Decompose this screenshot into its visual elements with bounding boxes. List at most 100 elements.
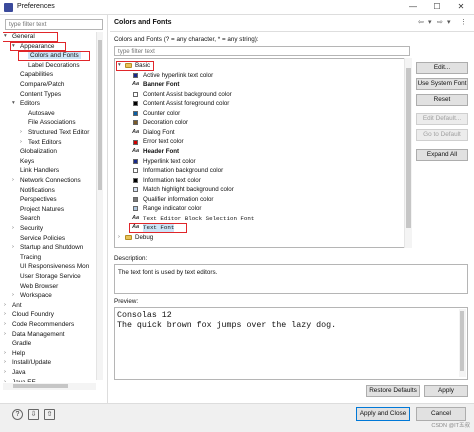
tree-item[interactable]: UI Responsiveness Mon — [20, 262, 89, 272]
tree-vertical-scrollbar[interactable] — [96, 32, 103, 380]
tree-item[interactable]: › Cloud Foundry — [4, 310, 54, 320]
expand-arrow-icon[interactable]: › — [4, 320, 6, 330]
tree-item[interactable]: Globalization — [20, 147, 57, 157]
apply-button[interactable]: Apply — [424, 385, 468, 397]
tree-horizontal-scrollbar[interactable] — [3, 383, 96, 390]
expand-arrow-icon[interactable]: › — [12, 224, 14, 234]
help-icon[interactable]: ? — [12, 409, 23, 420]
restore-defaults-button[interactable]: Restore Defaults — [366, 385, 420, 397]
colors-filter-input[interactable] — [114, 46, 410, 56]
export-icon[interactable]: ⇧ — [44, 409, 55, 420]
colors-tree-scrollbar[interactable] — [404, 58, 412, 248]
tree-item[interactable]: User Storage Service — [20, 272, 81, 282]
tree-item[interactable]: Notifications — [20, 186, 55, 196]
tree-item[interactable]: Gradle — [12, 339, 31, 349]
back-menu-icon[interactable]: ▾ — [428, 18, 432, 26]
apply-and-close-button[interactable]: Apply and Close — [356, 407, 410, 421]
tree-item[interactable]: Search — [20, 214, 40, 224]
tree-item[interactable]: Tracing — [20, 253, 41, 263]
scroll-thumb[interactable] — [460, 311, 464, 371]
back-icon[interactable]: ⇦ — [418, 18, 424, 26]
setting-row[interactable]: Counter color — [115, 109, 403, 119]
expand-arrow-icon[interactable]: › — [4, 368, 6, 378]
tree-item[interactable]: Label Decorations — [28, 61, 80, 71]
setting-row[interactable]: Hyperlink text color — [115, 157, 403, 167]
tree-item[interactable]: Keys — [20, 157, 34, 167]
edit-button[interactable]: Edit... — [416, 62, 468, 74]
tree-item[interactable]: › Code Recommenders — [4, 320, 74, 330]
tree-item[interactable]: › Ant — [4, 301, 22, 311]
tree-item[interactable]: › Java — [4, 368, 26, 378]
setting-row[interactable]: Content Assist background color — [115, 90, 403, 100]
category-row[interactable]: ▾ Basic — [115, 61, 403, 71]
setting-row[interactable]: Information background color — [115, 166, 403, 176]
setting-row[interactable]: Content Assist foreground color — [115, 99, 403, 109]
tree-item[interactable]: Service Policies — [20, 234, 65, 244]
setting-row[interactable]: Aa Banner Font — [115, 80, 403, 90]
tree-filter-input[interactable] — [5, 19, 103, 30]
use-system-font-button[interactable]: Use System Font — [416, 78, 468, 90]
expand-arrow-icon[interactable]: › — [4, 358, 6, 368]
expand-arrow-icon[interactable]: › — [12, 176, 14, 186]
tree-item[interactable]: Autosave — [28, 109, 55, 119]
tree-item[interactable]: Perspectives — [20, 195, 57, 205]
setting-row[interactable]: Decoration color — [115, 118, 403, 128]
expand-arrow-icon[interactable]: › — [4, 310, 6, 320]
expand-arrow-icon[interactable]: › — [4, 349, 6, 359]
maximize-button[interactable]: ☐ — [428, 1, 446, 13]
setting-row[interactable]: Qualifier information color — [115, 195, 403, 205]
tree-item[interactable]: ▾ Appearance — [10, 41, 66, 52]
tree-item[interactable]: › Network Connections — [12, 176, 81, 186]
setting-row[interactable]: Range indicator color — [115, 204, 403, 214]
setting-row[interactable]: Aa Dialog Font — [115, 128, 403, 138]
scroll-thumb[interactable] — [13, 384, 68, 388]
forward-menu-icon[interactable]: ▾ — [447, 18, 451, 26]
tree-item[interactable]: › Structured Text Editor — [20, 128, 89, 138]
setting-row[interactable]: Error text color — [115, 137, 403, 147]
expand-arrow-icon[interactable]: › — [20, 138, 22, 148]
reset-button[interactable]: Reset — [416, 94, 468, 106]
view-menu-icon[interactable]: ⋮ — [460, 18, 467, 26]
minimize-button[interactable]: — — [404, 1, 422, 13]
tree-item[interactable]: Link Handlers — [20, 166, 59, 176]
collapse-arrow-icon[interactable]: ▾ — [12, 99, 15, 109]
tree-item[interactable]: › Security — [12, 224, 43, 234]
edit-default-button[interactable]: Edit Default... — [416, 113, 468, 125]
preview-scrollbar[interactable] — [459, 309, 466, 377]
setting-row[interactable]: Aa Text Editor Block Selection Font — [115, 214, 403, 224]
tree-item[interactable]: Project Natures — [20, 205, 64, 215]
category-row[interactable]: › Debug — [115, 233, 403, 243]
setting-row[interactable]: Aa Text Font — [115, 223, 403, 233]
tree-item[interactable]: › Text Editors — [20, 138, 61, 148]
tree-item[interactable]: Content Types — [20, 90, 61, 100]
expand-arrow-icon[interactable]: › — [4, 378, 6, 382]
tree-item[interactable]: › Help — [4, 349, 25, 359]
go-to-default-button[interactable]: Go to Default — [416, 129, 468, 141]
expand-arrow-icon[interactable]: › — [12, 243, 14, 253]
setting-row[interactable]: Information text color — [115, 176, 403, 186]
tree-item[interactable]: Capabilities — [20, 70, 53, 80]
scroll-thumb[interactable] — [98, 40, 102, 190]
setting-row[interactable]: Active hyperlink text color — [115, 71, 403, 81]
tree-item[interactable]: Web Browser — [20, 282, 58, 292]
tree-item[interactable]: › Java EE — [4, 378, 36, 382]
tree-item[interactable]: › Workspace — [12, 291, 52, 301]
tree-item[interactable]: ▾ Editors — [12, 99, 40, 109]
close-button[interactable]: ✕ — [452, 1, 470, 13]
expand-arrow-icon[interactable]: › — [118, 233, 120, 243]
cancel-button[interactable]: Cancel — [416, 407, 466, 421]
scroll-thumb[interactable] — [406, 68, 411, 228]
tree-item[interactable]: › Install/Update — [4, 358, 51, 368]
expand-arrow-icon[interactable]: › — [12, 291, 14, 301]
expand-all-button[interactable]: Expand All — [416, 149, 468, 161]
tree-item[interactable]: ▾ General — [3, 32, 58, 42]
tree-item[interactable]: Colors and Fonts — [18, 51, 90, 61]
tree-item[interactable]: Compare/Patch — [20, 80, 64, 90]
expand-arrow-icon[interactable]: › — [20, 128, 22, 138]
expand-arrow-icon[interactable]: › — [4, 301, 6, 311]
tree-item[interactable]: › Data Management — [4, 330, 65, 340]
tree-item[interactable]: › Startup and Shutdown — [12, 243, 83, 253]
setting-row[interactable]: Match highlight background color — [115, 185, 403, 195]
tree-item[interactable]: File Associations — [28, 118, 76, 128]
expand-arrow-icon[interactable]: › — [4, 330, 6, 340]
